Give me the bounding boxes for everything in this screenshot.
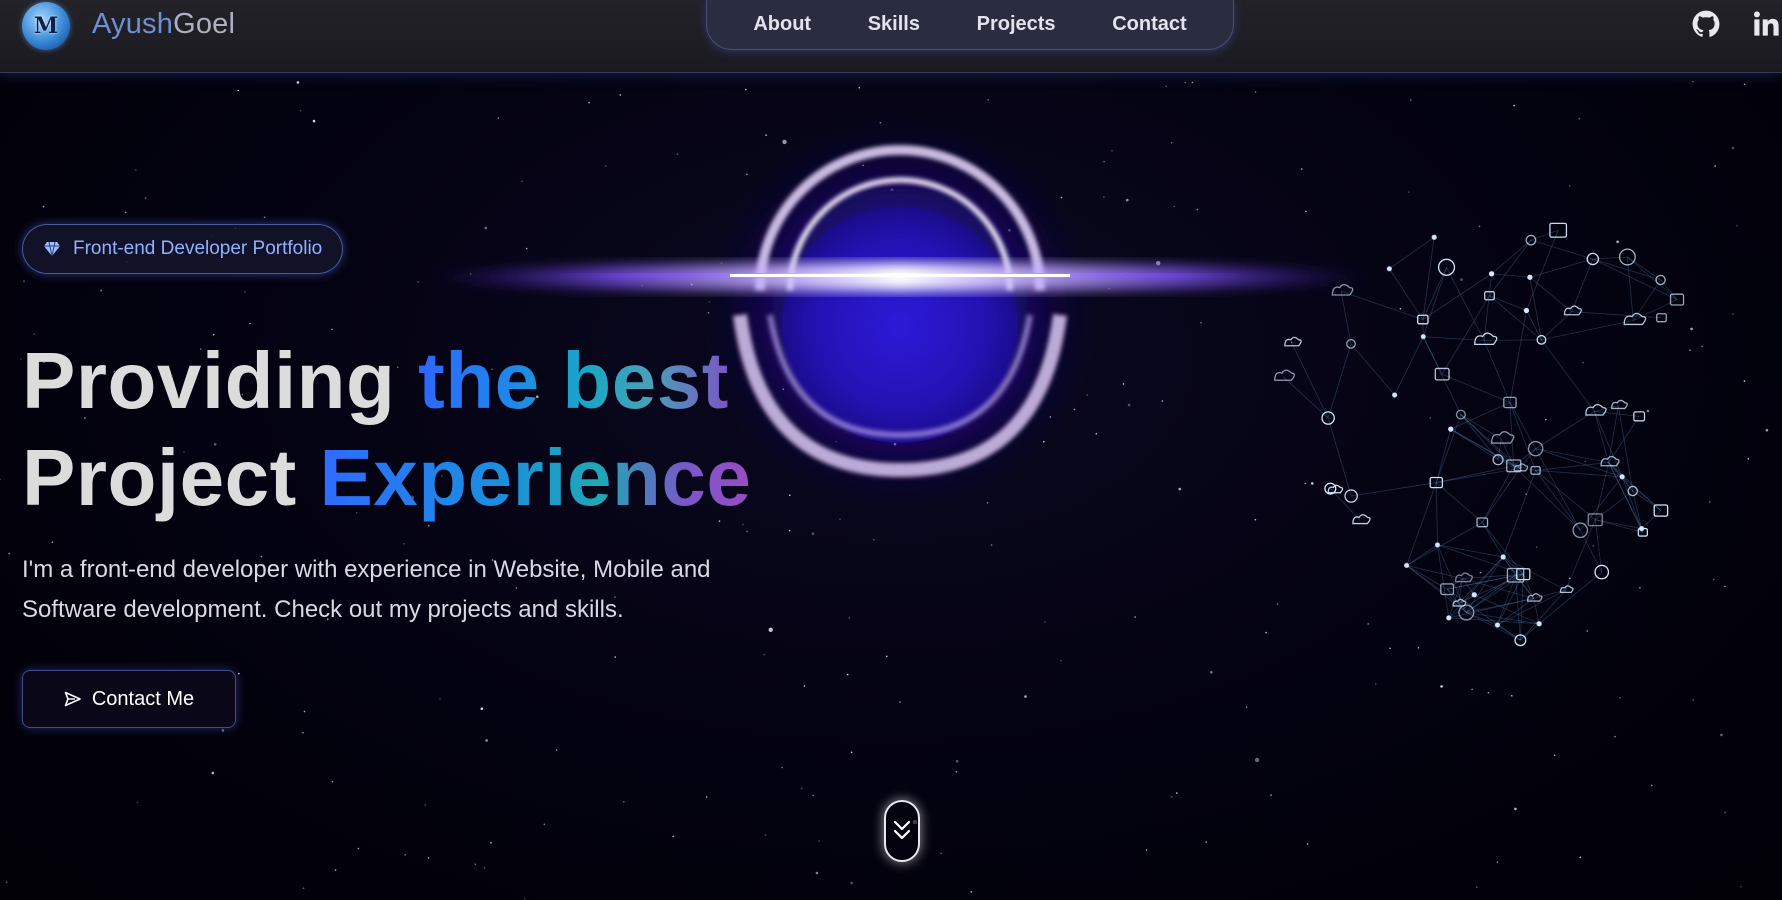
main-nav: About Skills Projects Contact: [706, 0, 1234, 50]
brand-last-name: Goel: [173, 8, 236, 40]
nav-skills[interactable]: Skills: [856, 7, 932, 42]
linkedin-icon[interactable]: [1752, 10, 1780, 38]
headline-line2-highlight: Experience: [319, 433, 752, 522]
chevrons-down-icon: [893, 820, 911, 840]
scroll-down-indicator[interactable]: [884, 800, 920, 862]
hero-description: I'm a front-end developer with experienc…: [22, 556, 711, 623]
headline-line2-plain: Project: [22, 433, 320, 522]
send-icon: [64, 691, 81, 707]
site-header: M AyushGoel About Skills Projects Contac…: [0, 0, 1782, 73]
tech-network-globe-illustration: [1274, 222, 1685, 647]
headline-line1-plain: Providing: [22, 336, 419, 425]
nav-projects[interactable]: Projects: [965, 7, 1068, 42]
tagline-badge: Front-end Developer Portfolio: [22, 224, 344, 274]
hero-headline: Providing the best Project Experience: [22, 332, 751, 526]
site-logo[interactable]: M: [22, 2, 70, 50]
headline-line1-highlight: the best: [418, 336, 729, 425]
diamond-icon: [44, 241, 60, 257]
nav-contact[interactable]: Contact: [1100, 7, 1198, 42]
contact-me-label: Contact Me: [91, 687, 195, 710]
github-icon[interactable]: [1692, 10, 1720, 38]
brand-name[interactable]: AyushGoel: [92, 8, 235, 41]
contact-me-button[interactable]: Contact Me: [22, 670, 236, 728]
portfolio-page: M AyushGoel About Skills Projects Contac…: [0, 0, 1782, 900]
logo-letter: M: [33, 13, 59, 39]
tagline-text: Front-end Developer Portfolio: [73, 238, 323, 259]
nav-about[interactable]: About: [741, 7, 823, 42]
brand-first-name: Ayush: [92, 8, 174, 40]
